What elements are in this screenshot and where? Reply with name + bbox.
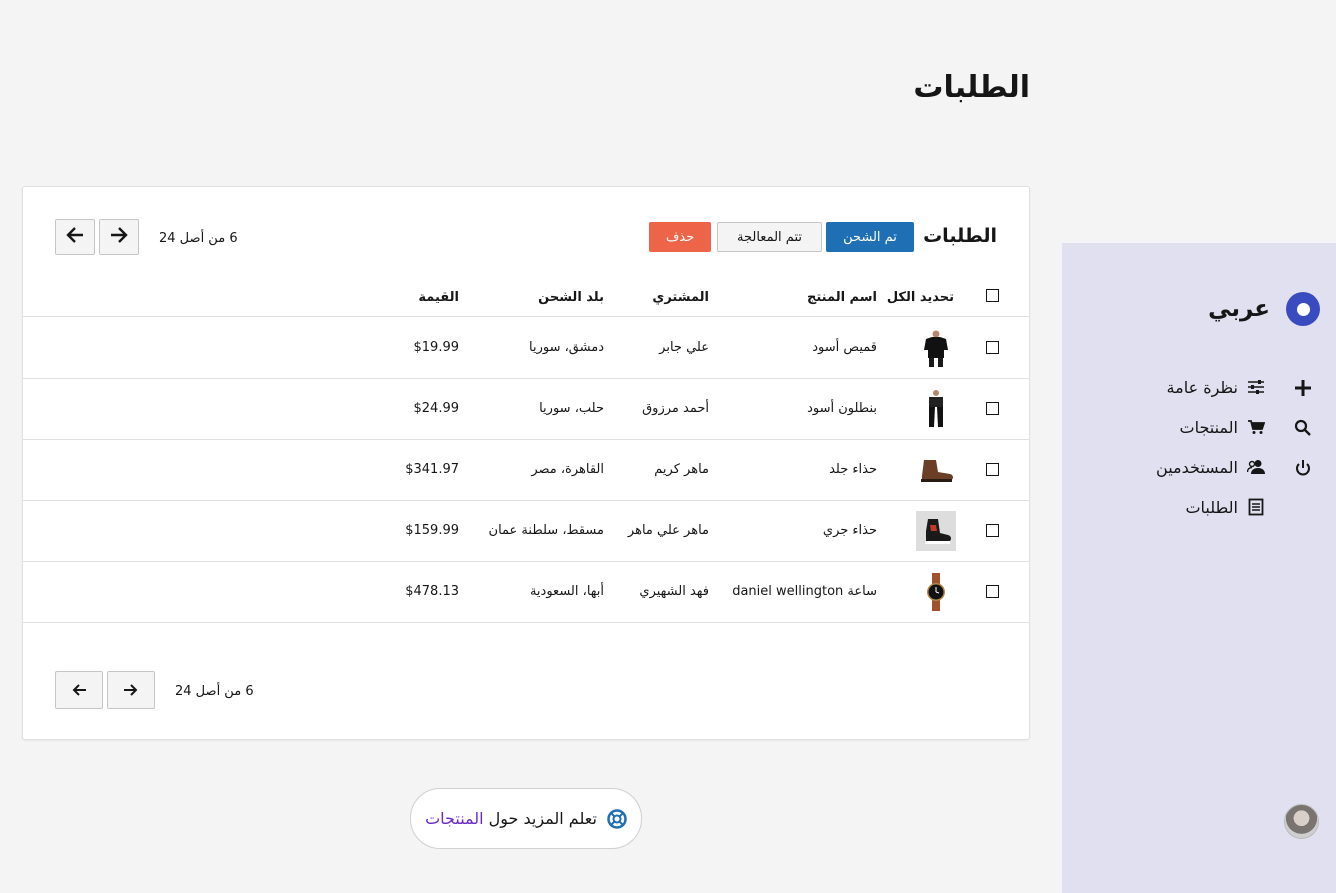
- pagination-summary-top: 6 من أصل 24: [159, 231, 238, 246]
- learn-more-link[interactable]: تعلم المزيد حول المنتجات: [410, 788, 642, 849]
- table-row: حذاء جري ماهر علي ماهر مسقط، سلطنة عمان …: [23, 501, 1029, 562]
- shipping-country: أبها، السعودية: [529, 584, 604, 599]
- learn-more-products-link[interactable]: المنتجات: [425, 809, 484, 828]
- column-product: اسم المنتج: [807, 290, 877, 305]
- product-thumbnail-shirt: [916, 328, 956, 368]
- column-price: القيمة: [418, 290, 459, 305]
- sidebar-item-products[interactable]: المنتجات: [1156, 407, 1266, 447]
- sidebar-item-orders[interactable]: الطلبات: [1156, 487, 1266, 527]
- column-country: بلد الشحن: [538, 290, 604, 305]
- sidebar-item-overview[interactable]: نظرة عامة: [1156, 367, 1266, 407]
- brand-name: عربي: [1208, 296, 1270, 322]
- sidebar-item-label: المستخدمين: [1156, 457, 1238, 477]
- brand[interactable]: عربي: [1208, 292, 1320, 326]
- buyer-name: ماهر علي ماهر: [627, 523, 709, 538]
- row-checkbox[interactable]: [986, 463, 999, 476]
- product-thumbnail-boot: [916, 450, 956, 490]
- icon-rail: [1290, 368, 1316, 488]
- page-title: الطلبات: [913, 70, 1030, 105]
- search-icon[interactable]: [1290, 408, 1316, 448]
- order-price: $478.13: [405, 584, 459, 599]
- table-header: تحديد الكل اسم المنتج المشتري بلد الشحن …: [23, 287, 1029, 317]
- product-name: حذاء جري: [822, 523, 877, 538]
- document-icon: [1246, 498, 1266, 516]
- orders-card: الطلبات تم الشحن تتم المعالجة حذف 6 من أ…: [22, 186, 1030, 740]
- sidebar-item-label: الطلبات: [1185, 497, 1238, 517]
- sliders-icon: [1246, 379, 1266, 395]
- arrow-right-icon: [123, 678, 139, 702]
- power-icon[interactable]: [1290, 448, 1316, 488]
- order-price: $19.99: [413, 340, 460, 355]
- pagination-summary-bottom: 6 من أصل 24: [175, 684, 254, 699]
- sidebar-item-label: المنتجات: [1179, 417, 1239, 437]
- delete-button[interactable]: حذف: [649, 222, 711, 252]
- table-row: قميص أسود علي جابر دمشق، سوريا $19.99: [23, 318, 1029, 379]
- buyer-name: ماهر كريم: [654, 462, 709, 477]
- shipping-country: حلب، سوريا: [539, 401, 604, 416]
- select-all-checkbox[interactable]: [986, 289, 999, 302]
- order-price: $24.99: [413, 401, 460, 416]
- sidebar-nav: نظرة عامة المنتجات المستخدمين الطلبات: [1156, 367, 1266, 527]
- user-avatar[interactable]: [1284, 804, 1319, 839]
- arrow-left-icon: [71, 678, 87, 702]
- next-page-button[interactable]: [99, 219, 139, 255]
- shipping-country: دمشق، سوريا: [529, 340, 604, 355]
- product-name: بنطلون أسود: [807, 401, 877, 416]
- product-thumbnail-pants: [916, 389, 956, 429]
- table-row: بنطلون أسود أحمد مرزوق حلب، سوريا $24.99: [23, 379, 1029, 440]
- learn-more-prefix: تعلم المزيد حول: [488, 809, 597, 828]
- column-select-all: تحديد الكل: [886, 290, 954, 305]
- buyer-name: فهد الشهيري: [639, 584, 709, 599]
- brand-logo-icon: [1286, 292, 1320, 326]
- mark-processing-button[interactable]: تتم المعالجة: [717, 222, 822, 252]
- orders-card-title: الطلبات: [923, 225, 997, 247]
- order-price: $341.97: [405, 462, 459, 477]
- product-name: قميص أسود: [812, 340, 877, 355]
- row-checkbox[interactable]: [986, 524, 999, 537]
- order-price: $159.99: [405, 523, 459, 538]
- shipping-country: مسقط، سلطنة عمان: [488, 523, 604, 538]
- mark-shipped-button[interactable]: تم الشحن: [826, 222, 914, 252]
- plus-icon[interactable]: [1290, 368, 1316, 408]
- arrow-right-icon: [109, 225, 129, 249]
- sidebar-item-users[interactable]: المستخدمين: [1156, 447, 1266, 487]
- table-row: ساعة daniel wellington فهد الشهيري أبها،…: [23, 562, 1029, 623]
- row-checkbox[interactable]: [986, 585, 999, 598]
- product-name: ساعة daniel wellington: [732, 584, 877, 599]
- arrow-left-icon: [65, 225, 85, 249]
- product-thumbnail-sneaker: [916, 511, 956, 551]
- lifebuoy-icon: [607, 808, 627, 829]
- prev-page-button-bottom[interactable]: [55, 671, 103, 709]
- product-thumbnail-watch: [916, 572, 956, 612]
- next-page-button-bottom[interactable]: [107, 671, 155, 709]
- table-row: حذاء جلد ماهر كريم القاهرة، مصر $341.97: [23, 440, 1029, 501]
- product-name: حذاء جلد: [829, 462, 877, 477]
- sidebar: عربي نظرة عامة المنتجات المستخدمين الطلب…: [1062, 243, 1336, 893]
- shipping-country: القاهرة، مصر: [531, 462, 604, 477]
- prev-page-button[interactable]: [55, 219, 95, 255]
- cart-icon: [1246, 419, 1266, 435]
- row-checkbox[interactable]: [986, 341, 999, 354]
- users-icon: [1246, 459, 1266, 475]
- buyer-name: علي جابر: [659, 340, 709, 355]
- buyer-name: أحمد مرزوق: [642, 401, 709, 416]
- column-buyer: المشتري: [652, 290, 709, 305]
- sidebar-item-label: نظرة عامة: [1166, 377, 1238, 397]
- row-checkbox[interactable]: [986, 402, 999, 415]
